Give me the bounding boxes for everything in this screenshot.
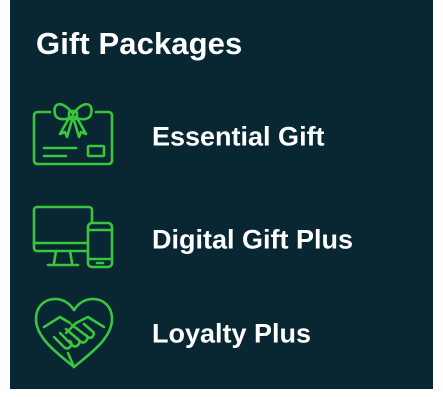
package-label: Essential Gift [152, 121, 325, 152]
package-loyalty-plus[interactable]: Loyalty Plus [30, 293, 410, 375]
handshake-heart-icon [30, 293, 118, 375]
package-digital-gift-plus[interactable]: Digital Gift Plus [30, 199, 410, 281]
gift-card-bow-icon [30, 96, 118, 178]
package-label: Digital Gift Plus [152, 224, 354, 255]
gift-packages-panel: Gift Packages Essential Gift Digital Gif… [10, 0, 433, 389]
package-label: Loyalty Plus [152, 318, 312, 349]
devices-icon [30, 199, 118, 281]
package-essential-gift[interactable]: Essential Gift [30, 96, 410, 178]
panel-title: Gift Packages [36, 26, 243, 61]
